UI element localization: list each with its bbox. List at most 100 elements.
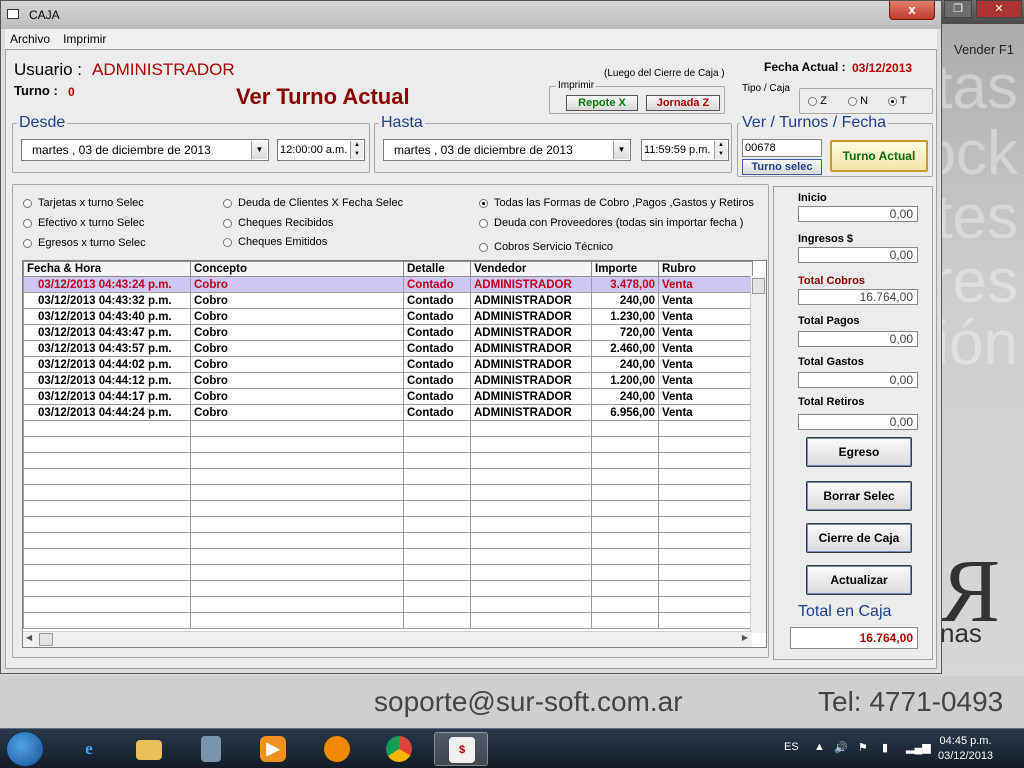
- filter-todas[interactable]: Todas las Formas de Cobro ,Pagos ,Gastos…: [479, 197, 754, 209]
- column-header[interactable]: Fecha & Hora: [23, 261, 191, 277]
- scroll-left-icon[interactable]: ◀: [26, 633, 32, 642]
- column-header[interactable]: Vendedor: [470, 261, 592, 277]
- table-row-empty[interactable]: [23, 580, 753, 597]
- filter-efectivo[interactable]: Efectivo x turno Selec: [23, 217, 144, 229]
- table-row[interactable]: 03/12/2013 04:44:12 p.m. Cobro Contado ADMI…: [23, 372, 753, 389]
- column-header[interactable]: Concepto: [190, 261, 404, 277]
- bg-close-button[interactable]: ✕: [976, 0, 1022, 18]
- power-icon[interactable]: ▮: [882, 741, 888, 754]
- column-header[interactable]: Importe: [591, 261, 659, 277]
- close-button[interactable]: x: [889, 1, 935, 20]
- radio-icon[interactable]: [223, 218, 232, 228]
- window-titlebar[interactable]: CAJA x: [1, 1, 941, 29]
- menu-imprimir[interactable]: Imprimir: [58, 29, 111, 49]
- flag-icon[interactable]: ⚑: [858, 741, 868, 754]
- table-row[interactable]: 03/12/2013 04:44:24 p.m. Cobro Contado ADMI…: [23, 404, 753, 421]
- desde-date-picker[interactable]: martes , 03 de diciembre de 2013 ▼: [21, 139, 269, 161]
- filter-deuda-proveedores[interactable]: Deuda con Proveedores (todas sin importa…: [479, 217, 743, 229]
- table-row-empty[interactable]: [23, 468, 753, 485]
- bg-restore-button[interactable]: ❐: [944, 0, 972, 18]
- table-row-empty[interactable]: [23, 436, 753, 453]
- language-indicator[interactable]: ES: [784, 741, 799, 753]
- tipo-t-option[interactable]: T: [888, 95, 907, 107]
- table-cell: Venta: [658, 276, 753, 293]
- chevron-down-icon[interactable]: ▼: [251, 141, 267, 159]
- scroll-thumb[interactable]: [39, 633, 53, 646]
- table-row-empty[interactable]: [23, 548, 753, 565]
- table-row-empty[interactable]: [23, 532, 753, 549]
- tray-arrow-icon[interactable]: ▲: [814, 741, 825, 753]
- filter-deuda-clientes[interactable]: Deuda de Clientes X Fecha Selec: [223, 197, 403, 209]
- movements-table[interactable]: Fecha & Hora Concepto Detalle Vendedor Impor…: [22, 260, 767, 648]
- radio-icon[interactable]: [223, 198, 232, 208]
- filter-cheques-recibidos[interactable]: Cheques Recibidos: [223, 217, 333, 229]
- filter-egresos[interactable]: Egresos x turno Selec: [23, 237, 146, 249]
- table-row[interactable]: 03/12/2013 04:43:57 p.m. Cobro Contado ADMI…: [23, 340, 753, 357]
- media-player-icon[interactable]: ▶: [246, 732, 300, 766]
- table-row[interactable]: 03/12/2013 04:43:24 p.m. Cobro Contado ADMI…: [23, 276, 753, 293]
- column-header[interactable]: Detalle: [403, 261, 471, 277]
- actualizar-button[interactable]: Actualizar: [806, 565, 912, 595]
- jornada-z-button[interactable]: Jornada Z: [646, 95, 720, 111]
- radio-selected-icon[interactable]: [479, 198, 488, 208]
- table-row[interactable]: 03/12/2013 04:43:32 p.m. Cobro Contado ADMI…: [23, 292, 753, 309]
- spinner-icon[interactable]: ▲ ▼: [714, 141, 727, 159]
- table-row[interactable]: 03/12/2013 04:43:47 p.m. Cobro Contado ADMI…: [23, 324, 753, 341]
- filter-cobros-servicio[interactable]: Cobros Servicio Técnico: [479, 241, 613, 253]
- table-row-empty[interactable]: [23, 484, 753, 501]
- table-row-empty[interactable]: [23, 596, 753, 613]
- menu-archivo[interactable]: Archivo: [5, 29, 55, 49]
- spinner-icon[interactable]: ▲ ▼: [350, 141, 363, 159]
- table-row[interactable]: 03/12/2013 04:43:40 p.m. Cobro Contado ADMI…: [23, 308, 753, 325]
- turno-selec-button[interactable]: Turno selec: [742, 159, 822, 175]
- chevron-down-icon[interactable]: ▼: [613, 141, 629, 159]
- chrome-icon[interactable]: [372, 732, 426, 766]
- radio-icon[interactable]: [23, 238, 32, 248]
- radio-icon[interactable]: [848, 96, 857, 106]
- radio-icon[interactable]: [223, 237, 232, 247]
- volume-icon[interactable]: 🔊: [834, 741, 848, 754]
- vertical-scrollbar[interactable]: [750, 276, 766, 633]
- repote-x-button[interactable]: Repote X: [566, 95, 638, 111]
- start-button[interactable]: [6, 731, 44, 767]
- hasta-date-picker[interactable]: martes , 03 de diciembre de 2013 ▼: [383, 139, 631, 161]
- egreso-button[interactable]: Egreso: [806, 437, 912, 467]
- internet-explorer-icon[interactable]: e: [62, 732, 116, 766]
- table-row[interactable]: 03/12/2013 04:44:02 p.m. Cobro Contado ADMI…: [23, 356, 753, 373]
- table-row-empty[interactable]: [23, 516, 753, 533]
- file-explorer-icon[interactable]: [122, 732, 176, 766]
- turno-input[interactable]: 00678: [742, 139, 822, 157]
- radio-icon[interactable]: [479, 242, 488, 252]
- turno-actual-button[interactable]: Turno Actual: [830, 140, 928, 172]
- radio-selected-icon[interactable]: [888, 96, 897, 106]
- filter-cheques-emitidos[interactable]: Cheques Emitidos: [223, 236, 327, 248]
- table-row-empty[interactable]: [23, 612, 753, 629]
- total-caja-label: Total en Caja: [798, 603, 892, 620]
- table-row-empty[interactable]: [23, 420, 753, 437]
- tipo-n-option[interactable]: N: [848, 95, 868, 107]
- vlc-icon[interactable]: [310, 732, 364, 766]
- radio-icon[interactable]: [808, 96, 817, 106]
- table-row-empty[interactable]: [23, 452, 753, 469]
- scroll-right-icon[interactable]: ▶: [742, 633, 748, 642]
- radio-icon[interactable]: [23, 218, 32, 228]
- tipo-z-option[interactable]: Z: [808, 95, 827, 107]
- table-row[interactable]: 03/12/2013 04:44:17 p.m. Cobro Contado ADMI…: [23, 388, 753, 405]
- scroll-thumb[interactable]: [752, 278, 765, 294]
- calculator-icon[interactable]: [184, 732, 238, 766]
- horizontal-scrollbar[interactable]: ◀ ▶: [23, 631, 752, 647]
- taskbar-clock[interactable]: 04:45 p.m. 03/12/2013: [938, 734, 993, 764]
- cierre-caja-button[interactable]: Cierre de Caja: [806, 523, 912, 553]
- radio-icon[interactable]: [479, 218, 488, 228]
- desde-time-input[interactable]: 12:00:00 a.m. ▲ ▼: [277, 139, 365, 161]
- network-icon[interactable]: ▂▄▆: [906, 741, 931, 754]
- caja-app-icon[interactable]: $: [434, 732, 488, 766]
- radio-icon[interactable]: [23, 198, 32, 208]
- hasta-time-input[interactable]: 11:59:59 p.m. ▲ ▼: [641, 139, 729, 161]
- table-cell: [470, 532, 592, 549]
- filter-tarjetas[interactable]: Tarjetas x turno Selec: [23, 197, 144, 209]
- table-row-empty[interactable]: [23, 564, 753, 581]
- column-header[interactable]: Rubro: [658, 261, 753, 277]
- table-row-empty[interactable]: [23, 500, 753, 517]
- borrar-selec-button[interactable]: Borrar Selec: [806, 481, 912, 511]
